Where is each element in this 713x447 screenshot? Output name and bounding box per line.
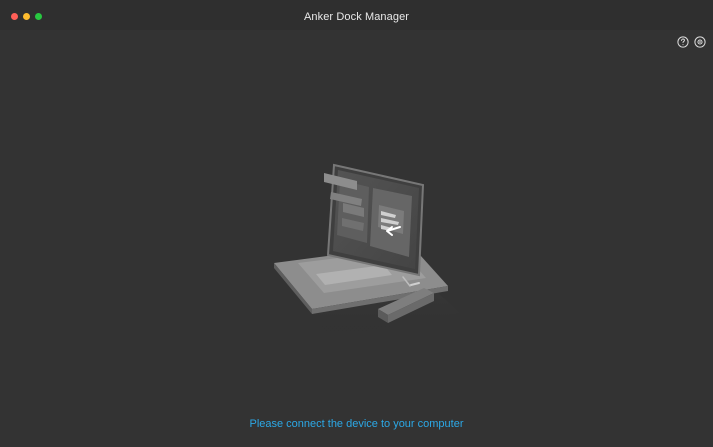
title-bar: Anker Dock Manager <box>0 0 713 30</box>
app-window: Anker Dock Manager Please connect the de… <box>0 0 713 447</box>
help-icon[interactable] <box>677 36 689 48</box>
device-connection-illustration <box>260 145 465 355</box>
settings-icon[interactable] <box>694 36 706 48</box>
connect-device-message: Please connect the device to your comput… <box>249 418 464 430</box>
window-title: Anker Dock Manager <box>303 11 410 23</box>
